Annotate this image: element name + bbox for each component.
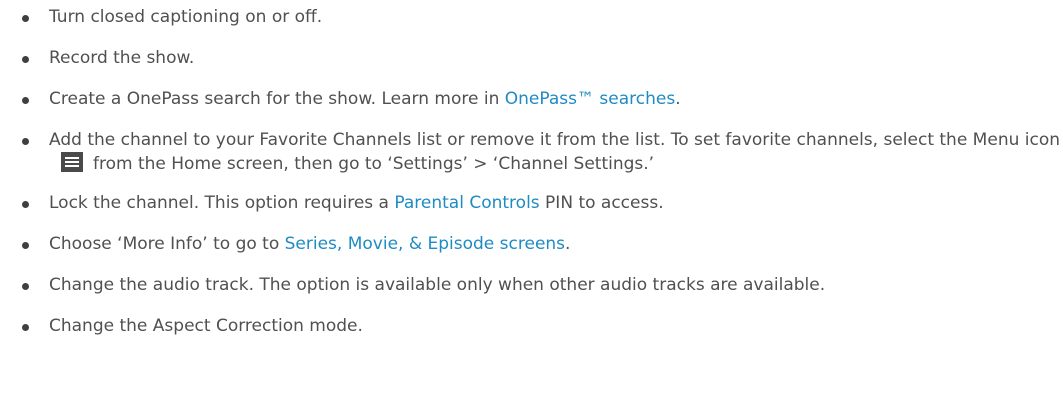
onepass-searches-link[interactable]: OnePass™ searches (505, 89, 675, 109)
bullet (22, 201, 29, 208)
item-text: Create a OnePass search for the show. Le… (49, 89, 505, 109)
list-item: Record the show. (0, 47, 1063, 70)
bullet (22, 138, 29, 145)
item-text: Add the channel to your Favorite Channel… (49, 130, 1061, 150)
item-text: Lock the channel. This option requires a (49, 193, 395, 213)
item-text: Turn closed captioning on or off. (49, 7, 323, 27)
bullet (22, 324, 29, 331)
item-text: Record the show. (49, 48, 195, 68)
parental-controls-link[interactable]: Parental Controls (394, 193, 539, 213)
list-item: Create a OnePass search for the show. Le… (0, 88, 1063, 111)
list-item: Change the audio track. The option is av… (0, 274, 1063, 297)
list-item: Change the Aspect Correction mode. (0, 315, 1063, 338)
list-item: Add the channel to your Favorite Channel… (0, 129, 1063, 176)
list-item: Lock the channel. This option requires a… (0, 192, 1063, 215)
item-text-end: . (675, 89, 681, 109)
bullet (22, 242, 29, 249)
item-text-end: . (565, 234, 571, 254)
item-text-end: PIN to access. (539, 193, 664, 213)
bullet-list: Turn closed captioning on or off. Record… (0, 6, 1063, 356)
bullet (22, 56, 29, 63)
bullet (22, 97, 29, 104)
item-text: Change the Aspect Correction mode. (49, 316, 363, 336)
item-text: Change the audio track. The option is av… (49, 275, 826, 295)
list-item: Choose ‘More Info’ to go to Series, Movi… (0, 233, 1063, 256)
menu-icon (61, 152, 83, 172)
list-item: Turn closed captioning on or off. (0, 6, 1063, 29)
bullet (22, 15, 29, 22)
item-text: Choose ‘More Info’ to go to (49, 234, 285, 254)
series-movie-episode-screens-link[interactable]: Series, Movie, & Episode screens (285, 234, 565, 254)
item-text-end: from the Home screen, then go to ‘Settin… (93, 154, 655, 174)
bullet (22, 283, 29, 290)
